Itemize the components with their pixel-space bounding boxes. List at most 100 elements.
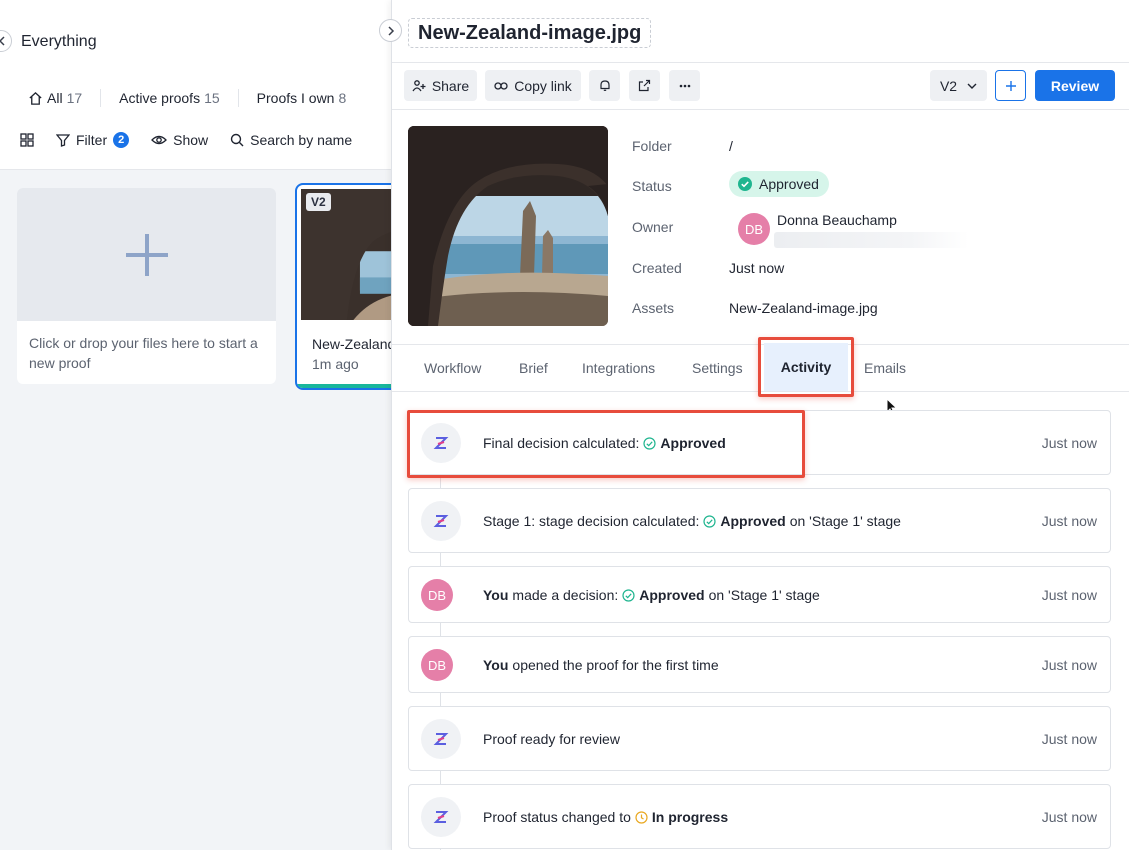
collapse-panel-button[interactable]	[379, 19, 402, 42]
filter-icon	[56, 134, 70, 147]
tab-active-proofs-label: Active proofs	[119, 90, 201, 106]
activity-text: Proof status changed to In progress	[483, 809, 728, 825]
share-icon	[412, 79, 426, 91]
copy-link-label: Copy link	[514, 77, 572, 94]
proof-card[interactable]: V2 New-Zealand-image.jpg 1m ago	[295, 183, 405, 390]
activity-actor: You	[483, 657, 509, 673]
filter-count-badge: 2	[113, 132, 130, 148]
folder-label: Folder	[632, 138, 672, 154]
owner-avatar: DB	[738, 213, 770, 245]
activity-suffix: on 'Stage 1' stage	[789, 513, 901, 529]
approved-check-icon	[622, 588, 635, 602]
tab-settings[interactable]: Settings	[692, 360, 743, 376]
activity-text: Stage 1: stage decision calculated: Appr…	[483, 513, 901, 529]
status-badge: Approved	[729, 171, 829, 197]
grid-view-button[interactable]	[20, 133, 34, 147]
tab-active-proofs-count: 15	[204, 90, 220, 106]
bell-icon	[599, 80, 610, 91]
workspace-title: Everything	[21, 33, 97, 50]
activity-text: Proof ready for review	[483, 731, 620, 747]
search-input[interactable]: Search by name	[230, 132, 352, 148]
notifications-button[interactable]	[589, 70, 620, 101]
activity-status: In progress	[651, 809, 729, 825]
tab-brief[interactable]: Brief	[519, 360, 548, 376]
activity-status: Approved	[639, 587, 705, 603]
filter-label: Filter	[76, 132, 108, 148]
proof-list-pane: Everything All 17 Active proofs 15 Proof…	[0, 0, 405, 850]
ziflow-logo-icon	[421, 423, 461, 463]
proof-preview-image[interactable]	[408, 126, 608, 326]
divider	[237, 89, 239, 107]
tab-proofs-i-own-count: 8	[338, 90, 347, 106]
tab-activity-highlight: Activity	[758, 337, 854, 397]
tab-proofs-i-own[interactable]: Proofs I own 8	[257, 90, 347, 106]
owner-email-redacted	[774, 232, 969, 248]
created-value: Just now	[729, 260, 785, 276]
approved-check-icon	[703, 514, 716, 528]
list-toolbar: Filter 2 Show Search by name	[20, 132, 374, 148]
share-label: Share	[431, 77, 470, 94]
new-proof-dropzone[interactable]: Click or drop your files here to start a…	[17, 188, 276, 384]
proof-title[interactable]: New-Zealand-image.jpg	[408, 18, 652, 48]
review-button[interactable]: Review	[1035, 70, 1115, 101]
activity-time: Just now	[1041, 435, 1097, 451]
filter-button[interactable]: Filter 2	[56, 132, 130, 148]
export-button[interactable]	[629, 70, 660, 101]
activity-status: Approved	[660, 435, 726, 451]
folder-value[interactable]: /	[729, 138, 733, 154]
divider	[100, 89, 102, 107]
detail-tabs: Workflow Brief Integrations Settings Act…	[392, 337, 1129, 397]
tab-activity[interactable]: Activity	[764, 343, 848, 391]
search-icon	[230, 133, 244, 147]
new-proof-hint: Click or drop your files here to start a…	[29, 335, 258, 371]
activity-message: Proof status changed to	[483, 809, 631, 825]
plus-icon	[1005, 80, 1016, 91]
tab-all[interactable]: All 17	[28, 90, 82, 106]
tab-workflow[interactable]: Workflow	[424, 360, 481, 376]
proof-grid: Click or drop your files here to start a…	[0, 170, 405, 850]
status-value: Approved	[759, 176, 819, 192]
activity-time: Just now	[1041, 513, 1097, 529]
new-proof-area	[17, 188, 276, 321]
more-options-button[interactable]	[669, 70, 700, 101]
activity-suffix: on 'Stage 1' stage	[708, 587, 820, 603]
plus-icon	[125, 233, 168, 276]
copy-link-button[interactable]: Copy link	[485, 70, 581, 101]
share-button[interactable]: Share	[404, 70, 477, 101]
status-label: Status	[632, 178, 672, 194]
export-icon	[638, 79, 651, 92]
check-circle-icon	[738, 177, 752, 191]
tab-integrations[interactable]: Integrations	[582, 360, 655, 376]
chevron-down-icon	[967, 83, 977, 89]
user-avatar: DB	[421, 579, 453, 611]
proof-card-status-bar	[297, 384, 403, 388]
eye-icon	[151, 135, 168, 145]
show-label: Show	[173, 132, 209, 148]
activity-message: Stage 1: stage decision calculated:	[483, 513, 700, 529]
tab-active-proofs[interactable]: Active proofs 15	[119, 90, 220, 106]
version-select[interactable]: V2	[930, 70, 987, 101]
assets-value[interactable]: New-Zealand-image.jpg	[729, 300, 878, 316]
filter-tabs: All 17 Active proofs 15 Proofs I own 8	[28, 89, 346, 107]
more-icon	[679, 84, 690, 87]
add-version-button[interactable]	[995, 70, 1026, 101]
tab-emails[interactable]: Emails	[864, 360, 906, 376]
activity-status: Approved	[720, 513, 786, 529]
activity-time: Just now	[1041, 657, 1097, 673]
proof-detail-pane: New-Zealand-image.jpg Share Copy link V2…	[379, 0, 1129, 850]
activity-message: made a decision:	[512, 587, 619, 603]
activity-item: Proof status changed to In progress Just…	[408, 784, 1111, 849]
ziflow-logo-icon	[421, 719, 461, 759]
activity-text: You opened the proof for the first time	[483, 657, 719, 673]
user-avatar: DB	[421, 649, 453, 681]
clock-icon	[635, 810, 648, 824]
back-button[interactable]	[0, 30, 12, 52]
tab-proofs-i-own-label: Proofs I own	[256, 90, 335, 106]
show-button[interactable]: Show	[151, 132, 208, 148]
assets-label: Assets	[632, 300, 675, 316]
version-badge: V2	[306, 193, 331, 211]
activity-item: DB You opened the proof for the first ti…	[408, 636, 1111, 693]
activity-item: DB You made a decision: Approved on 'Sta…	[408, 566, 1111, 623]
chevron-left-icon	[0, 36, 5, 46]
activity-text: You made a decision: Approved on 'Stage …	[483, 587, 820, 603]
